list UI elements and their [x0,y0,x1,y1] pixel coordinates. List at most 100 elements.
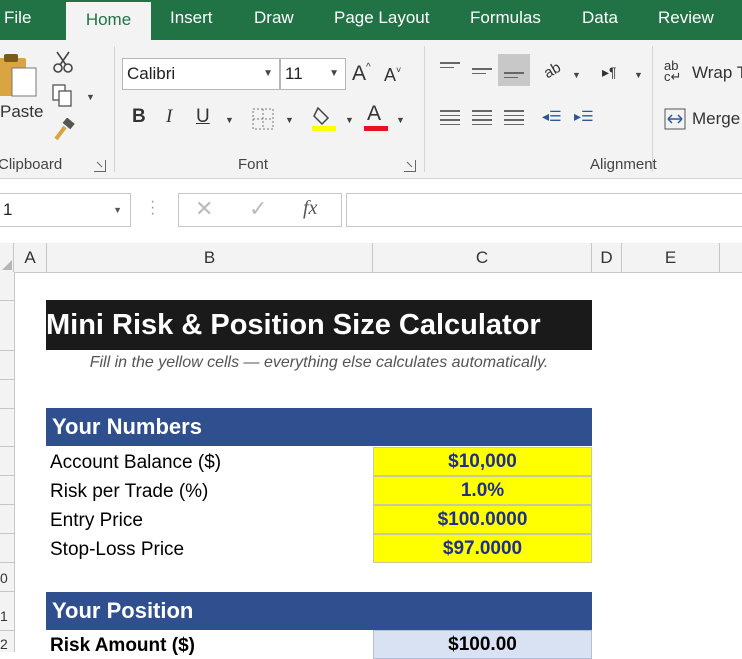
underline-button[interactable]: U [196,106,210,128]
column-header-c[interactable]: C [373,243,592,272]
row-number[interactable]: 2 [0,636,8,652]
decrease-indent-button[interactable]: ◂☰ [542,108,568,130]
row-divider [0,379,14,380]
calculator-title[interactable]: Mini Risk & Position Size Calculator [46,300,592,350]
stop-loss-cell[interactable]: $97.0000 [373,534,592,563]
tab-data[interactable]: Data [582,0,618,40]
orientation-icon[interactable]: ab [541,59,564,82]
row-number[interactable]: 0 [0,570,8,586]
name-box[interactable]: 1 ▼ [0,193,131,227]
tab-insert[interactable]: Insert [170,0,213,40]
bold-button[interactable]: B [132,106,146,128]
paste-button[interactable]: Paste [0,48,44,128]
wrap-text-icon: ab c↵ [664,58,682,84]
risk-per-trade-label[interactable]: Risk per Trade (%) [50,481,208,503]
increase-indent-button[interactable]: ▸☰ [574,108,600,130]
middle-align-icon[interactable] [472,68,492,77]
text-direction-icon[interactable]: ▸¶ [602,64,617,81]
paste-label: Paste [0,102,44,121]
underline-dropdown-icon[interactable]: ▼ [225,115,234,125]
cancel-icon[interactable]: ✕ [195,196,213,222]
account-balance-label[interactable]: Account Balance ($) [50,452,221,474]
your-numbers-header[interactable]: Your Numbers [46,408,592,446]
align-right-icon[interactable] [504,110,524,128]
risk-amount-cell[interactable]: $100.00 [373,630,592,659]
grow-font-button[interactable]: A^ [352,62,371,86]
tab-draw[interactable]: Draw [254,0,294,40]
tab-page-layout[interactable]: Page Layout [334,0,429,40]
formula-bar-grip-icon: · · · [150,193,156,222]
enter-icon[interactable]: ✓ [249,196,267,222]
your-position-header[interactable]: Your Position [46,592,592,630]
risk-per-trade-cell[interactable]: 1.0% [373,476,592,505]
align-center-icon[interactable] [472,110,492,128]
paste-icon [0,54,37,97]
select-all-button[interactable] [0,243,14,272]
row-divider [0,591,14,592]
copy-icon[interactable] [52,84,74,108]
group-divider [114,46,115,172]
clipboard-launcher-icon[interactable] [94,160,106,172]
tab-home[interactable]: Home [66,2,151,40]
font-color-button[interactable]: A [364,102,388,132]
align-left-icon[interactable] [440,110,460,128]
insert-function-icon[interactable]: fx [303,197,317,220]
chevron-down-icon[interactable]: ▼ [263,59,273,89]
row-divider [0,562,14,563]
ribbon-tab-bar: File Home Insert Draw Page Layout Formul… [0,0,742,40]
format-painter-icon[interactable] [52,118,76,142]
copy-dropdown-icon[interactable]: ▼ [86,92,95,102]
fill-color-dropdown-icon[interactable]: ▼ [345,115,354,125]
row-divider [0,630,14,631]
cut-icon[interactable] [52,50,76,74]
row-divider [0,504,14,505]
font-size-value: 11 [285,64,303,83]
bottom-align-button[interactable] [498,54,530,86]
merge-icon [664,108,686,130]
text-direction-dropdown-icon[interactable]: ▼ [634,70,643,80]
increase-indent-icon: ▸☰ [574,108,594,124]
italic-button[interactable]: I [166,106,172,128]
font-color-dropdown-icon[interactable]: ▼ [396,115,405,125]
chevron-down-icon[interactable]: ▼ [329,59,339,89]
column-header-a[interactable]: A [14,243,47,272]
tab-review[interactable]: Review [658,0,714,40]
stop-loss-label[interactable]: Stop-Loss Price [50,539,184,561]
entry-price-label[interactable]: Entry Price [50,510,143,532]
calculator-subtitle[interactable]: Fill in the yellow cells — everything el… [46,354,592,372]
entry-price-cell[interactable]: $100.0000 [373,505,592,534]
grow-font-label: A [352,62,367,85]
ribbon: Paste ▼ Clipboard Calibri ▼ 11 ▼ A^ A˅ B… [0,40,742,179]
tab-formulas[interactable]: Formulas [470,0,541,40]
clipboard-group-label: Clipboard [0,156,63,173]
fill-color-icon[interactable] [312,104,338,132]
borders-icon[interactable] [252,108,274,130]
merge-button[interactable]: Merge [664,106,742,136]
account-balance-cell[interactable]: $10,000 [373,447,592,476]
formula-buttons: ✕ ✓ fx [178,193,342,227]
tab-file[interactable]: File [4,0,31,40]
row-divider [0,533,14,534]
merge-label: Merge [692,109,741,128]
shrink-font-button[interactable]: A˅ [384,65,401,86]
font-color-letter: A [367,102,382,125]
column-header-e[interactable]: E [622,243,720,272]
bottom-align-icon [504,72,524,81]
font-launcher-icon[interactable] [404,160,416,172]
row-divider [0,350,14,351]
borders-dropdown-icon[interactable]: ▼ [285,115,294,125]
chevron-down-icon[interactable]: ▼ [113,194,122,226]
orientation-dropdown-icon[interactable]: ▼ [572,70,581,80]
wrap-text-button[interactable]: ab c↵ Wrap T [664,58,742,90]
shrink-font-label: A [384,65,397,85]
row-number[interactable]: 1 [0,608,8,624]
risk-amount-label[interactable]: Risk Amount ($) [50,635,195,657]
column-header-d[interactable]: D [592,243,622,272]
font-size-box[interactable]: 11 ▼ [280,58,346,90]
column-header-b[interactable]: B [47,243,373,272]
wrap-text-label: Wrap T [692,63,742,82]
top-align-icon[interactable] [440,62,460,71]
font-name-box[interactable]: Calibri ▼ [122,58,280,90]
row-divider [0,408,14,409]
formula-input[interactable] [346,193,742,227]
